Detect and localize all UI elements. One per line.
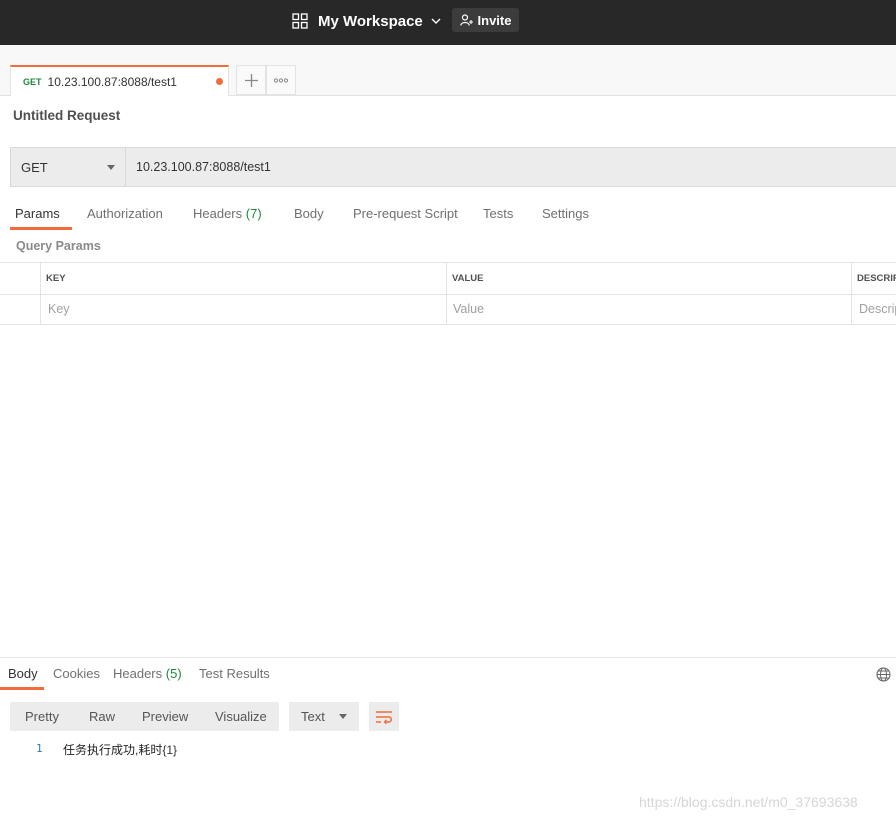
key-input[interactable]: Key [48, 302, 70, 316]
column-header-value: VALUE [452, 273, 484, 284]
response-tab-test-results[interactable]: Test Results [199, 666, 270, 681]
response-headers-count: (5) [165, 666, 182, 681]
chevron-down-icon [431, 18, 441, 24]
wrap-lines-icon [376, 710, 392, 724]
active-tab-indicator [10, 227, 72, 230]
add-user-icon [459, 14, 473, 26]
description-input[interactable]: Description [859, 302, 896, 316]
response-duration: {1} [162, 743, 178, 757]
caret-down-icon [339, 714, 347, 719]
response-tab-body[interactable]: Body [8, 666, 38, 681]
caret-down-icon [107, 164, 115, 170]
watermark: https://blog.csdn.net/m0_37693638 [639, 794, 858, 810]
globe-icon[interactable] [876, 667, 891, 682]
response-type-value: Text [301, 709, 325, 724]
tab-body[interactable]: Body [294, 201, 324, 230]
format-buttons: Pretty Raw Preview Visualize [10, 702, 279, 731]
tab-authorization[interactable]: Authorization [87, 201, 163, 230]
format-visualize-button[interactable]: Visualize [215, 709, 267, 724]
column-header-key: KEY [46, 273, 66, 284]
request-tab-strip: GET 10.23.100.87:8088/test1 [0, 45, 896, 96]
format-preview-button[interactable]: Preview [142, 709, 188, 724]
tab-options-button[interactable] [266, 65, 296, 95]
active-response-tab-indicator [0, 687, 44, 690]
response-tab-cookies[interactable]: Cookies [53, 666, 100, 681]
invite-button[interactable]: Invite [452, 8, 519, 32]
table-row [0, 294, 896, 295]
url-input[interactable]: 10.23.100.87:8088/test1 [126, 148, 271, 186]
workspace-name: My Workspace [318, 12, 423, 30]
format-pretty-button[interactable]: Pretty [25, 709, 59, 724]
unsaved-dot-icon [216, 78, 223, 85]
request-tab-method: GET [23, 76, 42, 87]
value-input[interactable]: Value [453, 302, 484, 316]
method-select[interactable]: GET [11, 148, 126, 186]
format-raw-button[interactable]: Raw [89, 709, 115, 724]
url-value: 10.23.100.87:8088/test1 [136, 160, 271, 174]
workspace-switcher[interactable]: My Workspace [292, 10, 451, 32]
tab-headers[interactable]: Headers (7) [193, 201, 262, 230]
request-tab-url: 10.23.100.87:8088/test1 [47, 74, 177, 89]
tab-pre-request-script[interactable]: Pre-request Script [353, 201, 458, 230]
response-text: 任务执行成功,耗时 [63, 743, 163, 757]
query-params-heading: Query Params [16, 239, 101, 253]
tab-tests[interactable]: Tests [483, 201, 513, 230]
column-header-description: DESCRIPTION [857, 273, 896, 284]
new-tab-button[interactable] [236, 65, 266, 95]
url-bar: GET 10.23.100.87:8088/test1 [10, 147, 896, 187]
invite-label: Invite [477, 12, 512, 28]
response-tab-headers[interactable]: Headers (5) [113, 666, 182, 681]
line-number: 1 [36, 742, 43, 755]
response-type-select[interactable]: Text [289, 702, 359, 731]
query-params-table: KEY VALUE DESCRIPTION Key Value Descript… [0, 262, 896, 325]
headers-count: (7) [245, 206, 262, 221]
method-value: GET [21, 159, 48, 175]
more-options-icon [274, 77, 288, 83]
plus-icon [244, 73, 258, 87]
request-tab[interactable]: GET 10.23.100.87:8088/test1 [10, 65, 229, 96]
workspace-grid-icon [292, 13, 308, 29]
top-bar: My Workspace Invite [0, 0, 896, 45]
tab-params[interactable]: Params [15, 201, 60, 230]
tab-settings[interactable]: Settings [542, 201, 589, 230]
request-title: Untitled Request [13, 108, 121, 123]
wrap-lines-button[interactable] [369, 702, 399, 731]
response-body-line: 任务执行成功,耗时{1} [63, 741, 177, 758]
